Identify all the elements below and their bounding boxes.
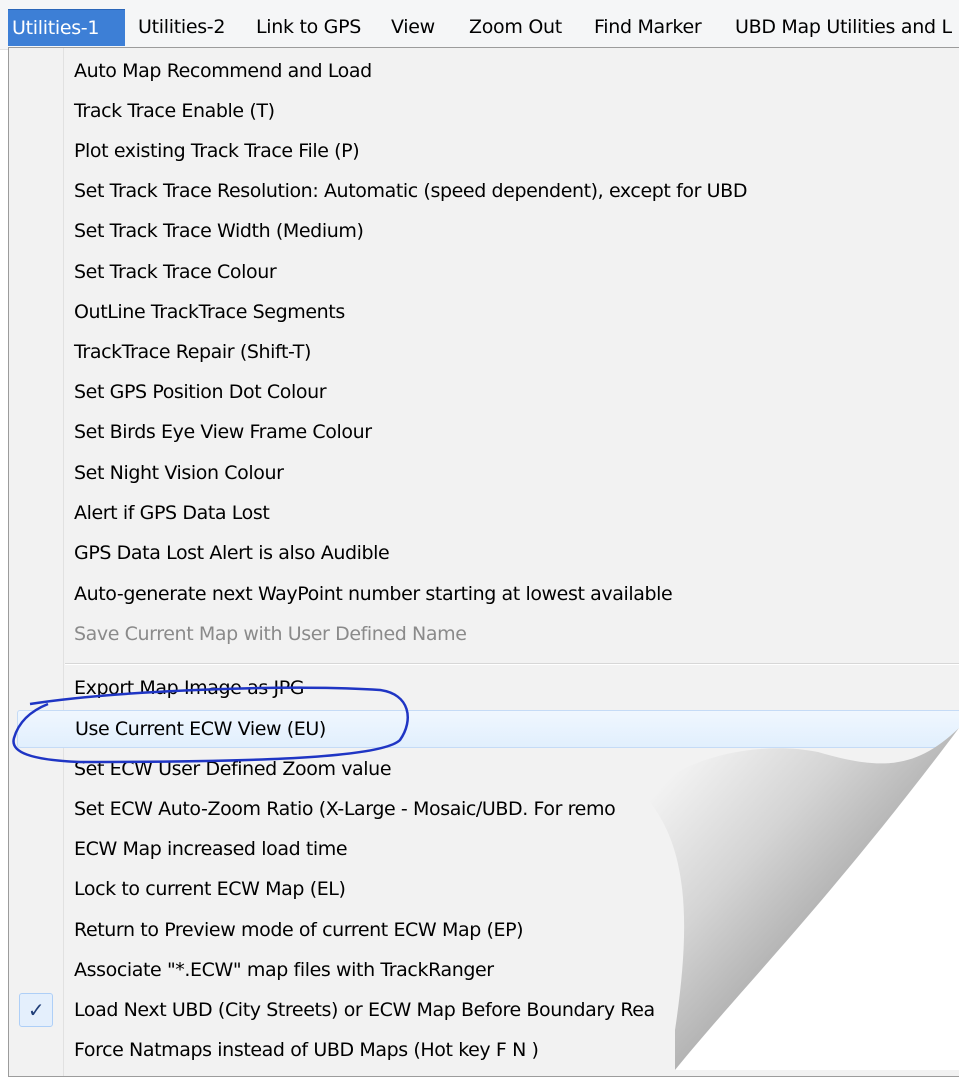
menu-item-plot-track-trace-file[interactable]: Plot existing Track Trace File (P) xyxy=(9,132,959,170)
menu-item-lock-ecw-map[interactable]: Lock to current ECW Map (EL) xyxy=(9,870,959,908)
menu-item-tracktrace-repair[interactable]: TrackTrace Repair (Shift-T) xyxy=(9,333,959,371)
menu-item-label: Lock to current ECW Map (EL) xyxy=(74,878,346,900)
menu-item-label: Track Trace Enable (T) xyxy=(74,100,275,122)
menubar-utilities-1[interactable]: Utilities-1 xyxy=(8,9,125,46)
menu-item-night-vision-colour[interactable]: Set Night Vision Colour xyxy=(9,454,959,492)
utilities-1-dropdown-menu: Auto Map Recommend and Load Track Trace … xyxy=(8,47,959,1077)
menu-item-label: Save Current Map with User Defined Name xyxy=(74,623,467,645)
menu-item-ecw-auto-zoom-ratio[interactable]: Set ECW Auto-Zoom Ratio (X-Large - Mosai… xyxy=(9,790,959,828)
menu-item-birds-eye-frame-colour[interactable]: Set Birds Eye View Frame Colour xyxy=(9,413,959,451)
menu-item-alert-gps-data-lost[interactable]: Alert if GPS Data Lost xyxy=(9,494,959,532)
menu-item-label: Set Night Vision Colour xyxy=(74,462,284,484)
menubar-utilities-2[interactable]: Utilities-2 xyxy=(138,9,225,46)
menu-item-label: Set Birds Eye View Frame Colour xyxy=(74,421,372,443)
menu-item-gps-lost-alert-audible[interactable]: GPS Data Lost Alert is also Audible xyxy=(9,534,959,572)
menu-separator xyxy=(65,663,959,665)
menu-item-label: GPS Data Lost Alert is also Audible xyxy=(74,542,390,564)
menu-item-label: Load Next UBD (City Streets) or ECW Map … xyxy=(74,999,655,1021)
menu-item-label: Auto-generate next WayPoint number start… xyxy=(74,583,673,605)
menu-item-outline-tracktrace-segments[interactable]: OutLine TrackTrace Segments xyxy=(9,293,959,331)
menu-item-label: Set Track Trace Resolution: Automatic (s… xyxy=(74,180,748,202)
menu-item-label: Plot existing Track Trace File (P) xyxy=(74,140,360,162)
menu-item-ecw-load-time[interactable]: ECW Map increased load time xyxy=(9,830,959,868)
menu-item-label: Alert if GPS Data Lost xyxy=(74,502,270,524)
menu-item-force-natmaps[interactable]: Force Natmaps instead of UBD Maps (Hot k… xyxy=(9,1031,959,1069)
menu-item-return-preview-ecw[interactable]: Return to Preview mode of current ECW Ma… xyxy=(9,911,959,949)
menu-item-auto-generate-waypoint[interactable]: Auto-generate next WayPoint number start… xyxy=(9,575,959,613)
menubar-find-marker[interactable]: Find Marker xyxy=(594,9,702,46)
menu-item-save-current-map: Save Current Map with User Defined Name xyxy=(9,615,959,653)
menu-bar: Utilities-1 Utilities-2 Link to GPS View… xyxy=(0,0,959,50)
menubar-link-to-gps[interactable]: Link to GPS xyxy=(256,9,361,46)
menu-item-label: Force Natmaps instead of UBD Maps (Hot k… xyxy=(74,1039,539,1061)
menu-item-track-trace-width[interactable]: Set Track Trace Width (Medium) xyxy=(9,212,959,250)
menubar-ubd-map-utilities[interactable]: UBD Map Utilities and L xyxy=(735,9,952,46)
menu-item-label: Set Track Trace Colour xyxy=(74,261,277,283)
menu-item-label: OutLine TrackTrace Segments xyxy=(74,301,345,323)
menu-item-label: Auto Map Recommend and Load xyxy=(74,60,372,82)
menu-item-export-map-jpg[interactable]: Export Map Image as JPG xyxy=(9,669,959,707)
menu-item-label: ECW Map increased load time xyxy=(74,838,348,860)
menubar-view[interactable]: View xyxy=(391,9,435,46)
menu-item-label: Export Map Image as JPG xyxy=(74,677,305,699)
menu-item-use-current-ecw-view[interactable]: Use Current ECW View (EU) xyxy=(17,710,959,748)
menu-item-label: Set GPS Position Dot Colour xyxy=(74,381,327,403)
menu-item-label: TrackTrace Repair (Shift-T) xyxy=(74,341,311,363)
menu-item-gps-dot-colour[interactable]: Set GPS Position Dot Colour xyxy=(9,373,959,411)
menu-item-track-trace-enable[interactable]: Track Trace Enable (T) xyxy=(9,92,959,130)
menu-item-auto-map-recommend[interactable]: Auto Map Recommend and Load xyxy=(9,52,959,90)
check-icon: ✓ xyxy=(19,993,53,1027)
menu-item-associate-ecw-files[interactable]: Associate "*.ECW" map files with TrackRa… xyxy=(9,951,959,989)
menu-item-label: Set ECW User Defined Zoom value xyxy=(74,758,392,780)
menu-item-label: Return to Preview mode of current ECW Ma… xyxy=(74,919,524,941)
menu-item-label: Associate "*.ECW" map files with TrackRa… xyxy=(74,959,494,981)
menu-item-track-trace-colour[interactable]: Set Track Trace Colour xyxy=(9,253,959,291)
menu-item-label: Use Current ECW View (EU) xyxy=(75,718,326,740)
menu-item-load-next-ubd[interactable]: ✓ Load Next UBD (City Streets) or ECW Ma… xyxy=(9,991,959,1029)
menu-item-track-trace-resolution[interactable]: Set Track Trace Resolution: Automatic (s… xyxy=(9,172,959,210)
menu-item-ecw-user-zoom[interactable]: Set ECW User Defined Zoom value xyxy=(9,750,959,788)
menu-item-label: Set ECW Auto-Zoom Ratio (X-Large - Mosai… xyxy=(74,798,616,820)
menu-item-label: Set Track Trace Width (Medium) xyxy=(74,220,364,242)
menubar-zoom-out[interactable]: Zoom Out xyxy=(469,9,562,46)
